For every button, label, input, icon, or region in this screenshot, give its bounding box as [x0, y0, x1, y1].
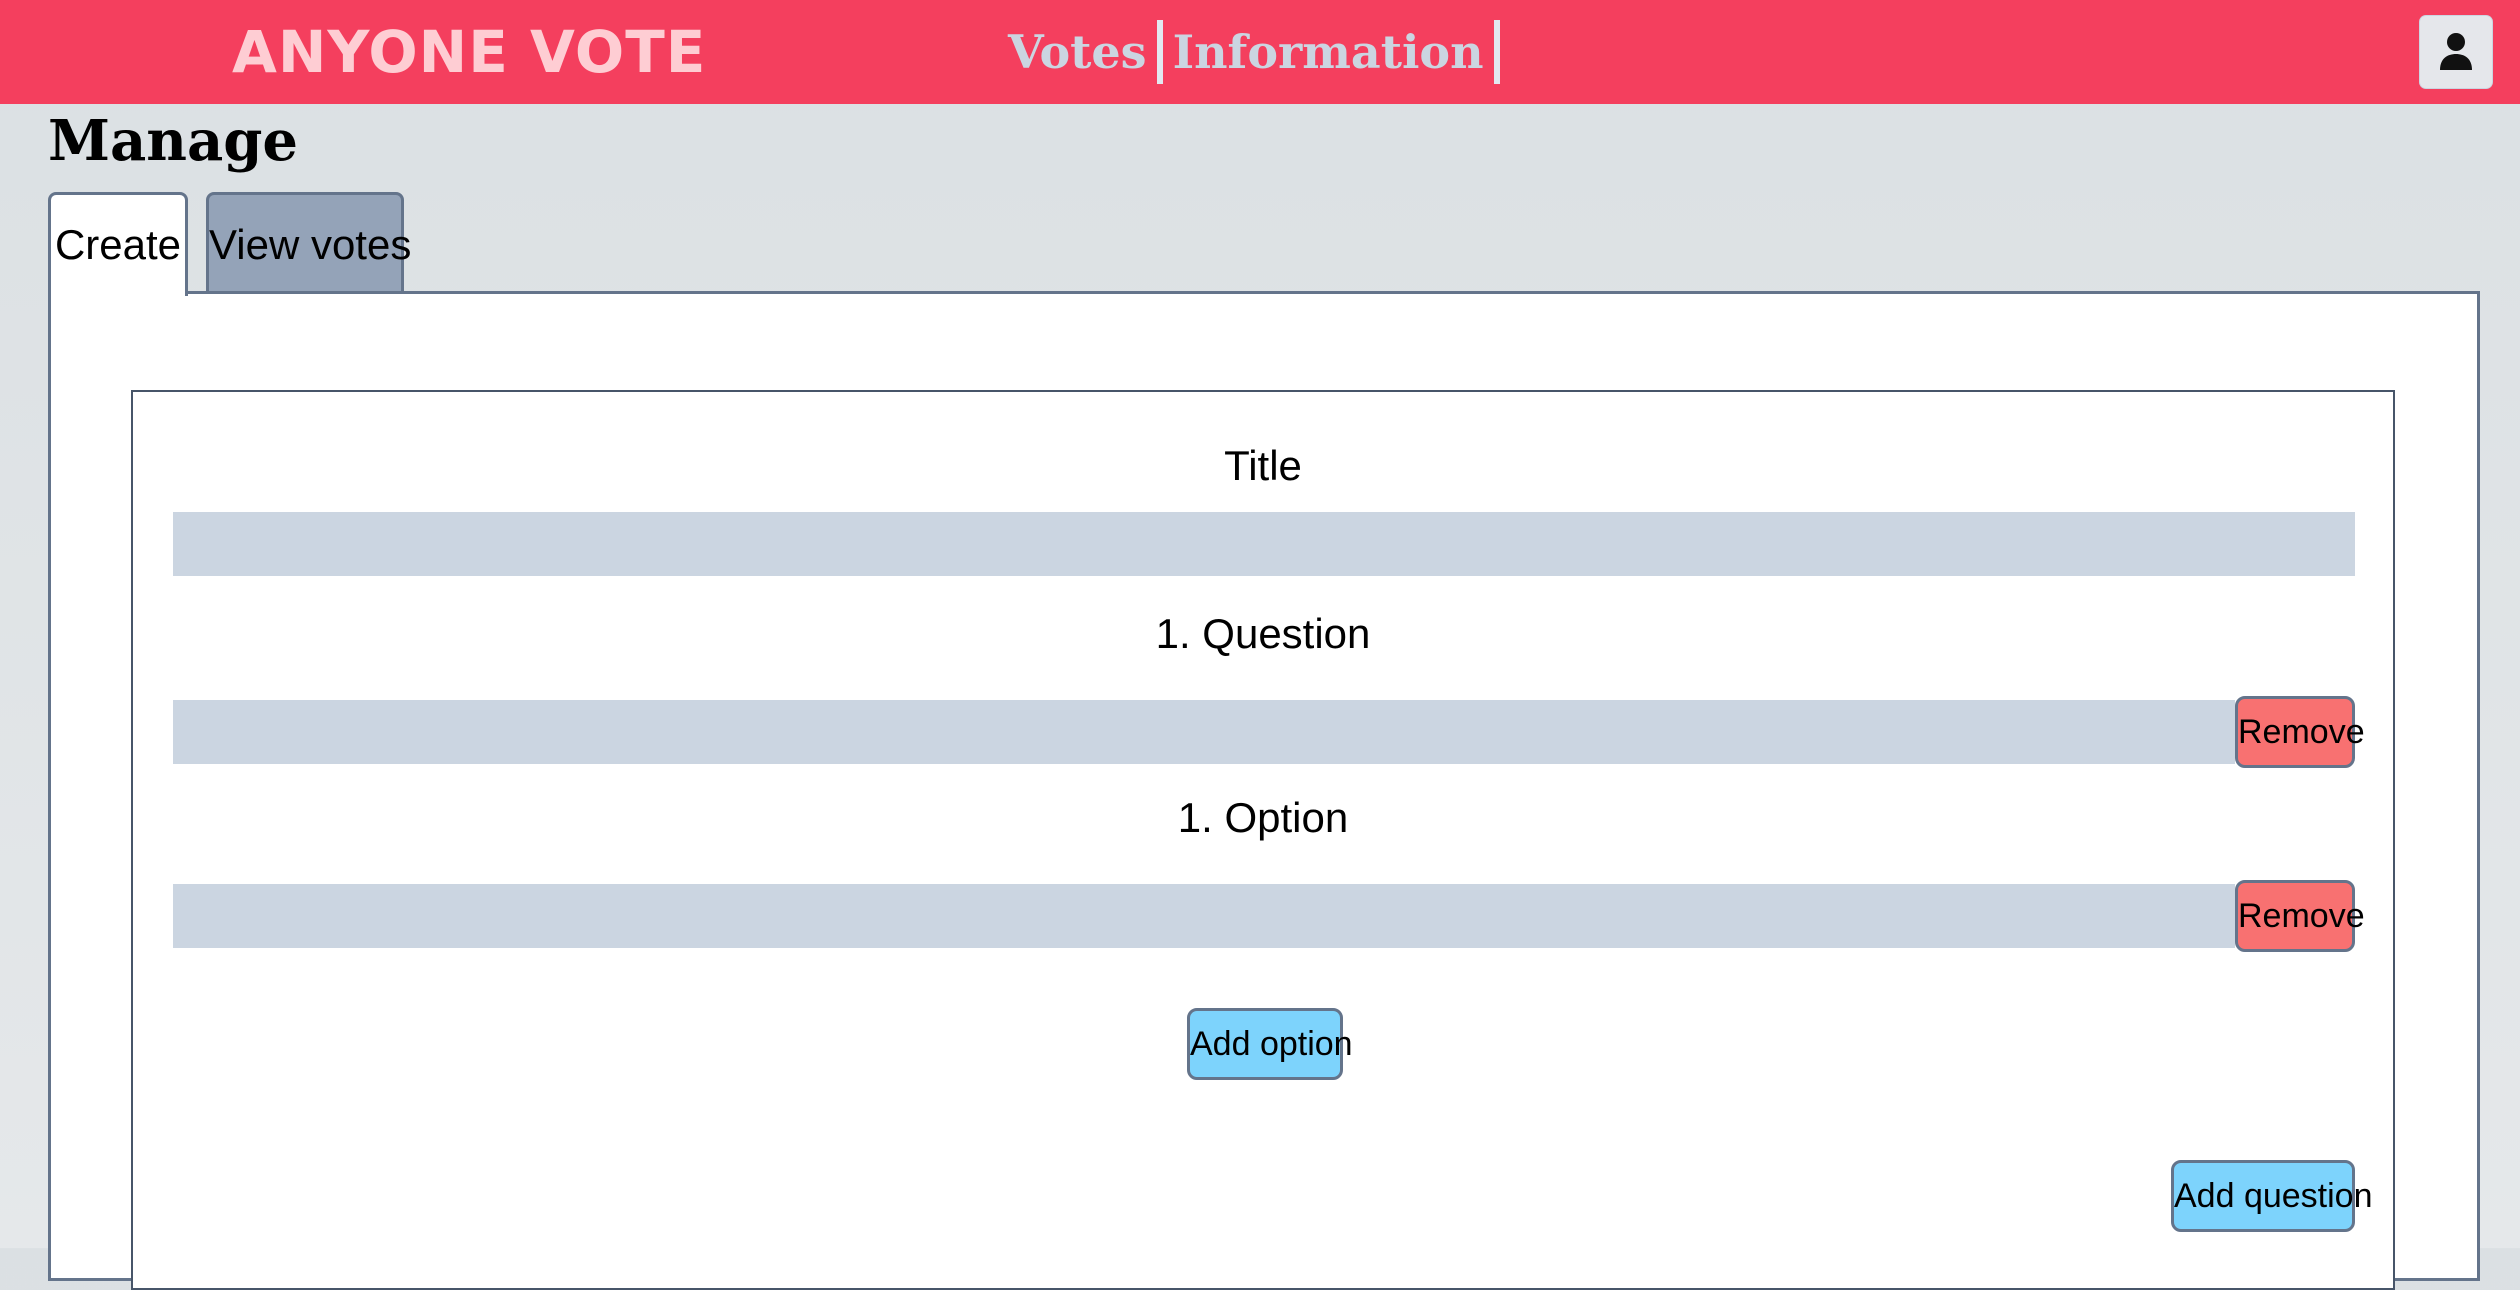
nav-link-votes[interactable]: Votes [1008, 20, 1163, 84]
remove-question-button[interactable]: Remove [2235, 696, 2365, 768]
main-nav: Votes Information [1008, 18, 1500, 86]
user-menu-button[interactable] [2420, 16, 2492, 88]
user-icon [2440, 33, 2472, 70]
create-panel: Title 1. Question Remove 1. Option Remov… [48, 291, 2480, 1290]
tab-view-votes[interactable]: View votes [206, 192, 411, 292]
add-option-button[interactable]: Add option [1187, 1008, 1353, 1080]
add-question-button[interactable]: Add question [2171, 1160, 2373, 1232]
tab-create[interactable]: Create [48, 192, 188, 296]
option-label: 1. Option [1177, 794, 1349, 841]
page-title: Manage [48, 108, 299, 174]
nav-link-information[interactable]: Information [1163, 20, 1500, 84]
brand-logo[interactable]: ANYONE VOTE [232, 14, 706, 90]
title-label: Title [1224, 442, 1302, 489]
option-input[interactable] [173, 884, 2235, 948]
title-input[interactable] [173, 512, 2355, 576]
remove-option-button[interactable]: Remove [2235, 880, 2365, 952]
vote-form-card: Title 1. Question Remove 1. Option Remov… [131, 390, 2395, 1290]
top-navigation-bar: ANYONE VOTE Votes Information [0, 0, 2520, 104]
question-input[interactable] [173, 700, 2235, 764]
question-label: 1. Question [1155, 610, 1371, 657]
